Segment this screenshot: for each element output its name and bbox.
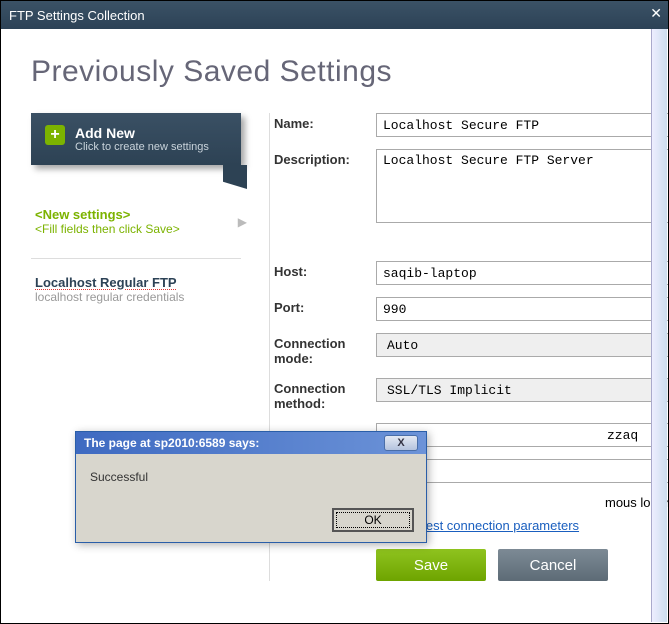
connection-method-select[interactable]: SSL/TLS Implicit (376, 378, 668, 402)
chevron-right-icon: ▶ (238, 215, 247, 229)
host-field[interactable] (376, 261, 668, 285)
cancel-button[interactable]: Cancel (498, 549, 608, 581)
name-field[interactable] (376, 113, 668, 137)
alert-dialog: The page at sp2010:6589 says: X Successf… (75, 431, 427, 543)
new-settings-title: <New settings> (35, 207, 237, 222)
add-new-title: Add New (75, 125, 209, 141)
new-settings-sub: <Fill fields then click Save> (35, 222, 237, 236)
port-field[interactable] (376, 297, 668, 321)
window-titlebar: FTP Settings Collection ✕ (1, 1, 668, 29)
alert-titlebar: The page at sp2010:6589 says: X (76, 432, 426, 454)
plus-icon: + (45, 125, 65, 145)
alert-body: Successful (76, 454, 426, 504)
description-field[interactable]: Localhost Secure FTP Server (376, 149, 668, 223)
sidebar-item-localhost-regular[interactable]: Localhost Regular FTP localhost regular … (31, 275, 241, 304)
window-title: FTP Settings Collection (9, 8, 145, 23)
existing-sub: localhost regular credentials (35, 290, 237, 304)
tab-indicator (223, 165, 247, 189)
name-label: Name: (274, 113, 364, 131)
existing-title: Localhost Regular FTP (35, 275, 237, 290)
add-new-subtitle: Click to create new settings (75, 141, 209, 153)
divider (31, 258, 241, 259)
add-new-button[interactable]: + Add New Click to create new settings (31, 113, 241, 165)
sidebar-item-new-settings[interactable]: <New settings> <Fill fields then click S… (31, 207, 241, 236)
page-title: Previously Saved Settings (31, 55, 638, 89)
scrollbar[interactable] (651, 29, 667, 622)
connection-mode-label: Connection mode: (274, 333, 364, 366)
user-label (274, 423, 364, 426)
port-label: Port: (274, 297, 364, 315)
close-icon[interactable]: ✕ (650, 5, 662, 22)
connection-mode-select[interactable]: Auto (376, 333, 668, 357)
save-button[interactable]: Save (376, 549, 486, 581)
alert-close-button[interactable]: X (384, 435, 418, 451)
host-label: Host: (274, 261, 364, 279)
description-label: Description: (274, 149, 364, 167)
alert-ok-button[interactable]: OK (332, 508, 414, 532)
connection-method-label: Connection method: (274, 378, 364, 411)
alert-title-text: The page at sp2010:6589 says: (84, 436, 259, 450)
